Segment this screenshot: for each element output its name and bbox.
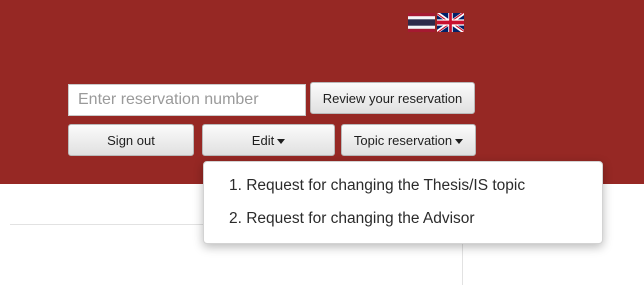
uk-flag-icon[interactable]: [437, 13, 464, 32]
topic-reservation-dropdown-button[interactable]: Topic reservation: [341, 124, 476, 156]
menu-item-change-advisor[interactable]: 2. Request for changing the Advisor: [204, 202, 602, 235]
edit-label: Edit: [251, 132, 275, 148]
thailand-flag-icon[interactable]: [408, 13, 435, 32]
sign-out-button[interactable]: Sign out: [68, 124, 194, 156]
review-reservation-button[interactable]: Review your reservation: [310, 82, 475, 114]
header-banner: Review your reservation Sign out Edit To…: [0, 0, 644, 184]
topic-reservation-label: Topic reservation: [353, 132, 453, 148]
reservation-number-input[interactable]: [68, 84, 306, 116]
edit-dropdown-button[interactable]: Edit: [202, 124, 335, 156]
review-reservation-label: Review your reservation: [322, 90, 463, 106]
edit-dropdown-menu: 1. Request for changing the Thesis/IS to…: [203, 161, 603, 244]
sign-out-label: Sign out: [107, 132, 155, 148]
caret-down-icon: [455, 138, 464, 144]
menu-item-change-topic[interactable]: 1. Request for changing the Thesis/IS to…: [204, 169, 602, 202]
caret-down-icon: [277, 138, 286, 144]
